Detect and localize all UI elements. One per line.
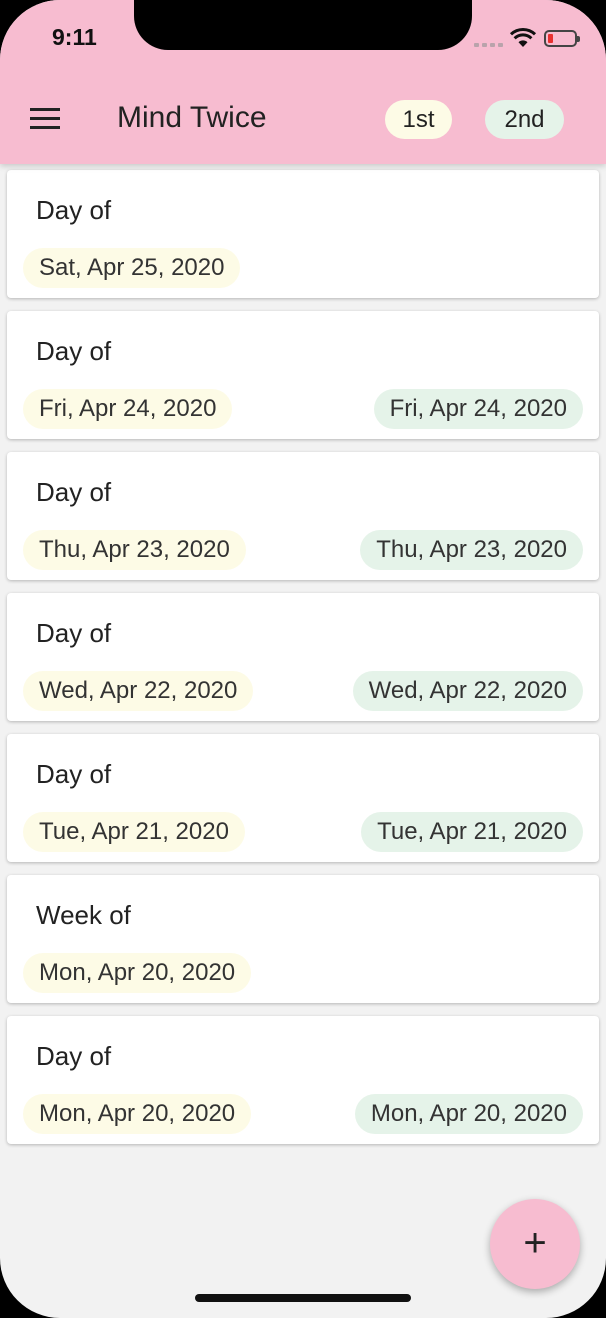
entry-period-label: Day of: [36, 618, 112, 648]
first-filter-button[interactable]: 1st: [385, 100, 452, 139]
entry-list: Day of Sat, Apr 25, 2020 Day of Fri, Apr 24…: [7, 170, 599, 1157]
entry-card[interactable]: Day of Tue, Apr 21, 2020 Tue, Apr 21, 2020: [7, 734, 599, 862]
phone-screen: 9:11 Mind Twice 1st 2nd Day of Sat, Apr 2…: [0, 0, 606, 1318]
entry-period-label: Week of: [36, 900, 131, 930]
entry-period-label: Day of: [36, 1041, 112, 1071]
first-date-chip: Thu, Apr 23, 2020: [23, 530, 246, 570]
first-date-chip: Mon, Apr 20, 2020: [23, 1094, 252, 1134]
first-date-chip: Sat, Apr 25, 2020: [23, 248, 241, 288]
entry-period-label: Day of: [36, 759, 112, 789]
entry-card[interactable]: Day of Fri, Apr 24, 2020 Fri, Apr 24, 2020: [7, 311, 599, 439]
entry-period-label: Day of: [36, 195, 112, 225]
add-entry-button[interactable]: +: [490, 1199, 580, 1289]
entry-card[interactable]: Day of Wed, Apr 22, 2020 Wed, Apr 22, 2020: [7, 593, 599, 721]
device-notch: [134, 0, 472, 50]
second-date-chip: Mon, Apr 20, 2020: [354, 1094, 583, 1134]
cellular-signal-icon: [474, 43, 504, 47]
second-filter-button[interactable]: 2nd: [485, 100, 564, 139]
hamburger-menu-icon[interactable]: [26, 99, 66, 139]
wifi-icon: [510, 28, 536, 47]
second-date-chip: Tue, Apr 21, 2020: [361, 812, 583, 852]
plus-icon: +: [523, 1221, 547, 1265]
first-date-chip: Tue, Apr 21, 2020: [23, 812, 245, 852]
second-date-chip: Fri, Apr 24, 2020: [373, 389, 583, 429]
entry-card[interactable]: Day of Mon, Apr 20, 2020 Mon, Apr 20, 2020: [7, 1016, 599, 1144]
home-indicator: [195, 1294, 411, 1302]
entry-period-label: Day of: [36, 477, 112, 507]
app-title: Mind Twice: [117, 101, 267, 134]
first-date-chip: Fri, Apr 24, 2020: [23, 389, 233, 429]
app-bar: 9:11 Mind Twice 1st 2nd: [0, 0, 606, 164]
entry-period-label: Day of: [36, 336, 112, 366]
first-date-chip: Mon, Apr 20, 2020: [23, 953, 252, 993]
entry-card[interactable]: Week of Mon, Apr 20, 2020: [7, 875, 599, 1003]
entry-card[interactable]: Day of Thu, Apr 23, 2020 Thu, Apr 23, 2020: [7, 452, 599, 580]
second-date-chip: Thu, Apr 23, 2020: [360, 530, 583, 570]
status-time: 9:11: [52, 24, 97, 50]
second-date-chip: Wed, Apr 22, 2020: [352, 671, 583, 711]
entry-card[interactable]: Day of Sat, Apr 25, 2020: [7, 170, 599, 298]
battery-icon: [544, 30, 580, 47]
battery-level: [548, 34, 553, 43]
first-date-chip: Wed, Apr 22, 2020: [23, 671, 254, 711]
